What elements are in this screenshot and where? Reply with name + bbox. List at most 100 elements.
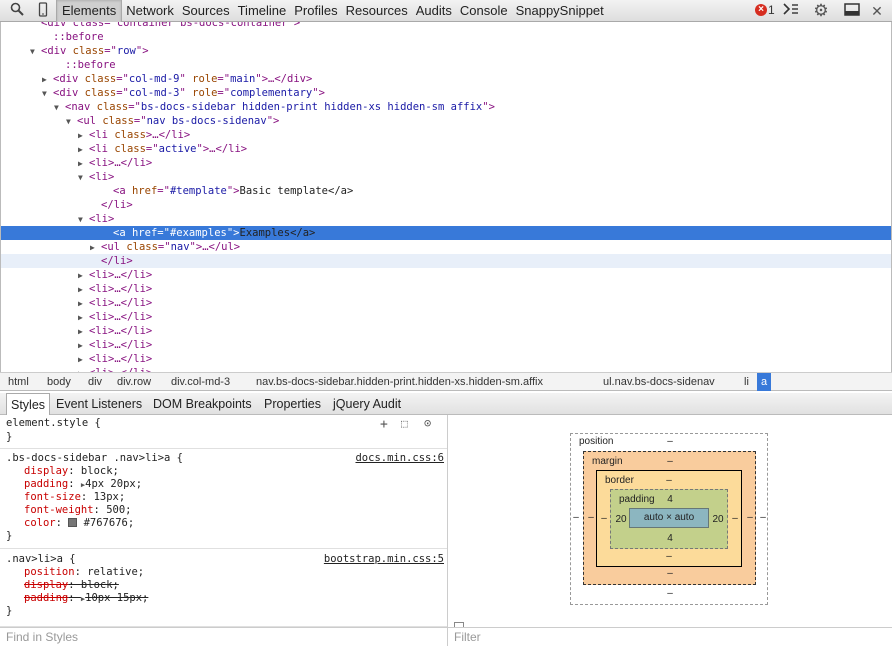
tab-elements[interactable]: Elements — [56, 0, 123, 22]
add-rule-icon[interactable]: + — [380, 417, 388, 432]
dom-node[interactable]: </li> — [1, 198, 891, 212]
dom-node[interactable]: ▶ <div class="col-md-9" role="main">…</di… — [1, 72, 891, 86]
tab-properties[interactable]: Properties — [260, 393, 325, 415]
collapsed-arrow-icon[interactable]: ▶ — [78, 339, 89, 353]
expanded-arrow-icon[interactable]: ▼ — [66, 115, 77, 129]
tab-console[interactable]: Console — [456, 0, 512, 22]
expanded-arrow-icon[interactable]: ▼ — [42, 87, 53, 101]
close-icon[interactable]: ✕ — [868, 2, 886, 20]
computed-toggle-icon[interactable]: ⊙ — [424, 416, 431, 430]
drawer-icon[interactable] — [782, 2, 800, 20]
style-property[interactable]: color: #767676; — [24, 517, 134, 530]
dom-node[interactable]: ▼ <nav class="bs-docs-sidebar hidden-prin… — [1, 100, 891, 114]
dom-node[interactable]: ▶<li>…</li> — [1, 268, 891, 282]
toggle-state-icon[interactable]: ⬚ — [401, 417, 408, 430]
style-rule[interactable]: .nav>li>a { bootstrap.min.css:5 position: … — [0, 551, 447, 627]
dom-node[interactable]: ▼ <div class="col-md-3" role="complementa… — [1, 86, 891, 100]
collapsed-arrow-icon[interactable]: ▶ — [78, 297, 89, 311]
rule-selector[interactable]: .bs-docs-sidebar .nav>li>a { — [6, 452, 183, 465]
expanded-arrow-icon[interactable]: ▼ — [78, 213, 89, 227]
collapsed-arrow-icon[interactable]: ▶ — [78, 129, 89, 143]
dom-node[interactable]: ::before — [1, 30, 891, 44]
tab-timeline[interactable]: Timeline — [234, 0, 291, 22]
dom-node[interactable]: ▼ <div class="row"> — [1, 44, 891, 58]
collapsed-arrow-icon[interactable]: ▶ — [78, 283, 89, 297]
style-property[interactable]: display: block; — [24, 465, 119, 478]
style-property[interactable]: position: relative; — [24, 566, 144, 579]
rule-source-link[interactable]: bootstrap.min.css:5 — [324, 553, 444, 566]
collapsed-arrow-icon[interactable]: ▶ — [90, 241, 101, 255]
property-name: font-weight — [24, 504, 94, 516]
tab-snappysnippet[interactable]: SnappySnippet — [512, 0, 608, 22]
dom-node[interactable]: ▼ <ul class="nav bs-docs-sidenav"> — [1, 114, 891, 128]
dom-node[interactable]: ▶ <ul class="nav">…</ul> — [1, 240, 891, 254]
style-property[interactable]: font-size: 13px; — [24, 491, 125, 504]
dock-icon[interactable] — [843, 2, 861, 20]
dom-node[interactable]: ▶<li>…</li> — [1, 352, 891, 366]
collapsed-arrow-icon[interactable]: ▶ — [78, 143, 89, 157]
tab-audits[interactable]: Audits — [412, 0, 456, 22]
collapsed-arrow-icon[interactable]: ▶ — [78, 325, 89, 339]
dom-node[interactable]: ▶ <li class>…</li> — [1, 128, 891, 142]
rule-source-link[interactable]: docs.min.css:6 — [355, 452, 444, 465]
tab-profiles[interactable]: Profiles — [290, 0, 341, 22]
dom-node[interactable]: <a href="#template">Basic template</a> — [1, 184, 891, 198]
style-rule[interactable]: .bs-docs-sidebar .nav>li>a { docs.min.css… — [0, 450, 447, 549]
tab-resources[interactable]: Resources — [342, 0, 412, 22]
tab-event-listeners[interactable]: Event Listeners — [52, 393, 146, 415]
color-swatch[interactable] — [68, 518, 78, 527]
breadcrumb-item[interactable]: div — [84, 373, 106, 391]
device-icon[interactable] — [34, 2, 52, 20]
dom-node[interactable]: ▶<li>…</li> — [1, 324, 891, 338]
dom-node[interactable]: ▶<li>…</li> — [1, 156, 891, 170]
breadcrumb-item[interactable]: body — [43, 373, 75, 391]
tab-jquery-audit[interactable]: jQuery Audit — [329, 393, 405, 415]
error-icon[interactable]: × — [755, 4, 767, 16]
search-icon[interactable] — [8, 2, 26, 20]
breadcrumb-item[interactable]: html — [4, 373, 33, 391]
breadcrumb-item[interactable]: nav.bs-docs-sidebar.hidden-print.hidden-… — [252, 373, 547, 391]
node-tail: …</li> — [209, 143, 248, 155]
tag-bracket: > — [488, 101, 495, 113]
dom-node[interactable]: ::before — [1, 58, 891, 72]
collapsed-arrow-icon[interactable]: ▶ — [78, 269, 89, 283]
tab-network[interactable]: Network — [122, 0, 178, 22]
tab-sources[interactable]: Sources — [178, 0, 234, 22]
dom-node[interactable]: </li> — [1, 254, 891, 268]
collapsed-arrow-icon[interactable]: ▶ — [42, 73, 53, 87]
style-property[interactable]: padding: ▶10px 15px; — [24, 592, 148, 605]
find-in-styles-input[interactable]: Find in Styles — [0, 627, 448, 646]
breadcrumb-item[interactable]: div.row — [113, 373, 155, 391]
style-property[interactable]: font-weight: 500; — [24, 504, 132, 517]
dom-node[interactable]: <div class="container bs-docs-container"… — [1, 22, 891, 30]
dom-node[interactable]: ▶<li>…</li> — [1, 282, 891, 296]
breadcrumb-item[interactable]: li — [740, 373, 753, 391]
tab-styles[interactable]: Styles — [6, 393, 51, 415]
breadcrumb-item[interactable]: div.col-md-3 — [167, 373, 234, 391]
breadcrumb-item[interactable]: a — [757, 373, 772, 391]
dom-node[interactable]: ▶ <li class="active">…</li> — [1, 142, 891, 156]
element-style-rule[interactable]: element.style { } + ⬚ ⊙ — [0, 415, 447, 449]
expanded-arrow-icon[interactable]: ▼ — [30, 45, 41, 59]
rule-selector[interactable]: .nav>li>a { — [6, 553, 76, 566]
collapsed-arrow-icon[interactable]: ▶ — [78, 353, 89, 367]
expanded-arrow-icon[interactable]: ▼ — [54, 101, 65, 115]
style-property[interactable]: padding: ▶4px 20px; — [24, 478, 142, 491]
dom-node[interactable]: ▼ <li> — [1, 170, 891, 184]
dom-node[interactable]: ▶<li>…</li> — [1, 310, 891, 324]
tab-dom-breakpoints[interactable]: DOM Breakpoints — [149, 393, 256, 415]
styles-pane: element.style { } + ⬚ ⊙ .bs-docs-sidebar… — [0, 415, 448, 627]
dom-node[interactable]: ▶<li>…</li> — [1, 296, 891, 310]
gear-icon[interactable]: ⚙ — [812, 2, 830, 20]
dom-node[interactable]: ▶<li>…</li> — [1, 338, 891, 352]
dom-node[interactable]: ▼ <li> — [1, 212, 891, 226]
collapsed-arrow-icon[interactable]: ▶ — [78, 157, 89, 171]
filter-input[interactable]: Filter — [448, 627, 892, 646]
error-count[interactable]: 1 — [768, 3, 775, 17]
style-property[interactable]: display: block; — [24, 579, 119, 592]
expanded-arrow-icon[interactable]: ▼ — [78, 171, 89, 185]
dom-node[interactable]: <a href="#examples">Examples</a> — [1, 226, 891, 240]
elements-tree[interactable]: <div class="container bs-docs-container"… — [0, 22, 892, 372]
breadcrumb-item[interactable]: ul.nav.bs-docs-sidenav — [599, 373, 719, 391]
collapsed-arrow-icon[interactable]: ▶ — [78, 311, 89, 325]
